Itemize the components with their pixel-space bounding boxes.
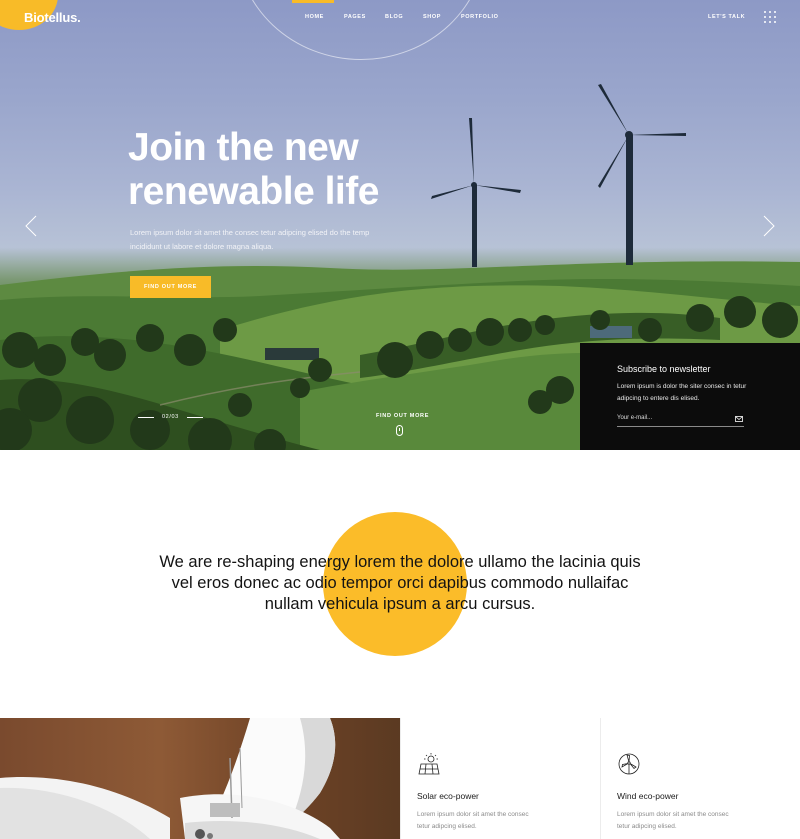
scroll-find-out-more-link[interactable]: FIND OUT MORE	[376, 413, 429, 419]
intro-statement: We are re-shaping energy lorem the dolor…	[159, 553, 641, 613]
slide-current: 02	[162, 414, 170, 420]
grid-dots-icon[interactable]	[764, 11, 776, 23]
newsletter-text: Lorem ipsum is dolor the siter consec in…	[617, 383, 747, 402]
slide-total: 03	[171, 414, 179, 420]
newsletter-box: Subscribe to newsletter Lorem ipsum is d…	[580, 343, 800, 450]
feature-title-solar: Solar eco-power	[417, 791, 479, 801]
chevron-left-icon[interactable]	[24, 215, 38, 237]
mail-icon[interactable]	[735, 416, 743, 422]
feature-card-solar: Solar eco-power Lorem ipsum dolor sit am…	[400, 718, 600, 839]
next-slide-arrow-icon[interactable]	[186, 416, 203, 418]
feature-text-wind: Lorem ipsum dolor sit amet the consec te…	[617, 811, 729, 830]
hero-description: Lorem ipsum dolor sit amet the consec te…	[130, 228, 370, 251]
feature-title-wind: Wind eco-power	[617, 791, 679, 801]
hero-section: Biotellus. HOME PAGES BLOG SHOP PORTFOLI…	[0, 0, 800, 450]
solar-panel-icon	[418, 753, 440, 775]
nav-item-portfolio[interactable]: PORTFOLIO	[461, 14, 498, 20]
hero-title-line2: renewable life	[128, 170, 379, 213]
prev-slide-arrow-icon[interactable]	[138, 416, 154, 418]
newsletter-title: Subscribe to newsletter	[617, 364, 711, 374]
nav-item-blog[interactable]: BLOG	[385, 14, 403, 20]
mouse-scroll-icon[interactable]	[396, 425, 403, 436]
active-nav-indicator	[292, 0, 334, 3]
lets-talk-link[interactable]: LET'S TALK	[708, 14, 745, 20]
turbine-nacelle-image	[0, 718, 340, 839]
nav-item-shop[interactable]: SHOP	[423, 14, 441, 20]
feature-card-wind: Wind eco-power Lorem ipsum dolor sit ame…	[600, 718, 800, 839]
wind-turbine-icon	[618, 753, 640, 775]
newsletter-email-input[interactable]: Your e-mail...	[617, 413, 744, 427]
logo[interactable]: Biotellus.	[24, 10, 81, 25]
find-out-more-button[interactable]: FIND OUT MORE	[130, 276, 211, 298]
slide-counter: 02 / 03	[130, 412, 211, 422]
nav-item-home[interactable]: HOME	[305, 14, 324, 20]
turbine-closeup-image	[0, 718, 400, 839]
chevron-right-icon[interactable]	[762, 215, 776, 237]
hero-title-line1: Join the new	[128, 126, 359, 169]
feature-text-solar: Lorem ipsum dolor sit amet the consec te…	[417, 811, 529, 830]
nav-item-pages[interactable]: PAGES	[344, 14, 366, 20]
hero-title: Join the new renewable life	[128, 126, 428, 214]
